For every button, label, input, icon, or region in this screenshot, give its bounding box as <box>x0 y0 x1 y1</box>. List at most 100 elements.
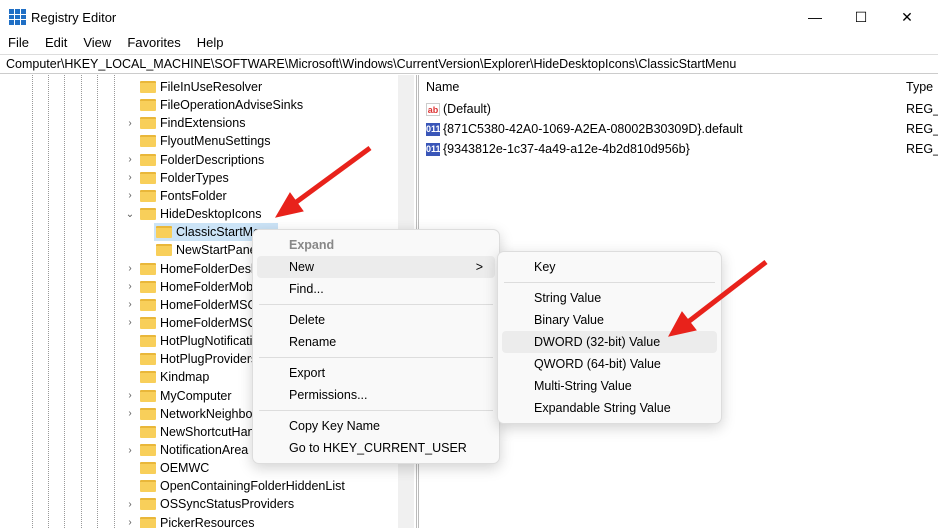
tree-item-label: OpenContainingFolderHiddenList <box>160 479 345 494</box>
menu-item-new-label: New <box>289 260 315 274</box>
folder-icon <box>140 171 156 184</box>
menu-item-export[interactable]: Export <box>257 362 495 384</box>
tree-item-label: OSSyncStatusProviders <box>160 497 295 512</box>
menu-help[interactable]: Help <box>189 34 232 54</box>
tree-item[interactable]: › HomeFolderMobile <box>124 278 266 296</box>
folder-icon <box>140 389 156 402</box>
expander-icon[interactable]: › <box>124 445 136 456</box>
menu-favorites[interactable]: Favorites <box>119 34 188 54</box>
tree-item-label: Kindmap <box>160 370 210 385</box>
tree-item-label: HotPlugProviders <box>160 352 258 367</box>
menu-view[interactable]: View <box>75 34 119 54</box>
tree-item[interactable]: › FindExtensions <box>124 114 245 132</box>
submenu-item-multi-string-value[interactable]: Multi-String Value <box>502 375 717 397</box>
value-row[interactable]: 011 {871C5380-42A0-1069-A2EA-08002B30309D… <box>420 119 938 139</box>
binary-value-icon: 011 <box>426 122 441 136</box>
submenu-item-string-value[interactable]: String Value <box>502 287 717 309</box>
menu-separator <box>259 357 493 358</box>
expander-icon[interactable]: › <box>124 317 136 328</box>
expander-icon[interactable]: › <box>124 172 136 183</box>
submenu-item-binary-value[interactable]: Binary Value <box>502 309 717 331</box>
expander-icon[interactable]: › <box>124 408 136 419</box>
expander-icon[interactable]: › <box>124 499 136 510</box>
tree-item-label: FolderTypes <box>160 170 229 185</box>
menu-item-delete[interactable]: Delete <box>257 309 495 331</box>
expander-icon[interactable]: ⌄ <box>124 209 136 220</box>
menu-bar: File Edit View Favorites Help <box>0 34 232 54</box>
tree-item[interactable]: › PickerResources <box>124 514 254 528</box>
tree-item[interactable]: OpenContainingFolderHiddenList <box>124 477 345 495</box>
expander-icon[interactable]: › <box>124 154 136 165</box>
submenu-item-dword-value[interactable]: DWORD (32-bit) Value <box>502 331 717 353</box>
tree-item[interactable]: › FolderDescriptions <box>124 151 264 169</box>
string-value-icon: ab <box>426 102 440 116</box>
folder-icon <box>140 99 156 112</box>
folder-icon <box>156 244 172 257</box>
menu-edit[interactable]: Edit <box>37 34 75 54</box>
tree-item-label: HomeFolderMobile <box>160 279 266 294</box>
maximize-button[interactable]: ☐ <box>838 0 884 34</box>
folder-icon <box>140 371 156 384</box>
value-name: {871C5380-42A0-1069-A2EA-08002B30309D}.d… <box>443 122 743 136</box>
menu-item-new[interactable]: New > <box>257 256 495 278</box>
expander-icon[interactable]: › <box>124 190 136 201</box>
tree-item[interactable]: › FolderTypes <box>124 169 229 187</box>
value-row[interactable]: ab (Default) REG_ <box>420 99 938 119</box>
tree-item[interactable]: FlyoutMenuSettings <box>124 132 270 150</box>
folder-icon <box>140 135 156 148</box>
folder-icon <box>140 208 156 221</box>
address-bar[interactable]: Computer\HKEY_LOCAL_MACHINE\SOFTWARE\Mic… <box>0 54 938 74</box>
tree-item-label: FolderDescriptions <box>160 152 265 167</box>
menu-item-copy-key-name[interactable]: Copy Key Name <box>257 415 495 437</box>
menu-item-rename[interactable]: Rename <box>257 331 495 353</box>
tree-item[interactable]: OEMWC <box>124 459 209 477</box>
tree-item[interactable]: › FontsFolder <box>124 187 227 205</box>
tree-item[interactable]: Kindmap <box>124 368 209 386</box>
folder-icon <box>140 353 156 366</box>
value-name: (Default) <box>443 102 491 116</box>
expander-icon[interactable]: › <box>124 118 136 129</box>
tree-item[interactable]: › OSSyncStatusProviders <box>124 495 294 513</box>
tree-item-label: FontsFolder <box>160 188 227 203</box>
expander-icon[interactable]: › <box>124 263 136 274</box>
tree-item[interactable]: › MyComputer <box>124 387 231 405</box>
submenu-item-key[interactable]: Key <box>502 256 717 278</box>
folder-icon <box>140 462 156 475</box>
tree-item[interactable]: ⌄ HideDesktopIcons <box>124 205 262 223</box>
close-button[interactable]: ✕ <box>884 0 930 34</box>
tree-item-label: NotificationArea <box>160 443 249 457</box>
menu-item-permissions[interactable]: Permissions... <box>257 384 495 406</box>
column-type[interactable]: Type <box>906 80 933 94</box>
chevron-right-icon: > <box>475 260 483 274</box>
column-name[interactable]: Name <box>426 80 459 94</box>
title-bar: Registry Editor — ☐ ✕ <box>0 0 938 34</box>
tree-item-label: HideDesktopIcons <box>160 207 262 222</box>
tree-item[interactable]: NewStartPanel <box>154 241 259 259</box>
tree-item-label: HotPlugNotification <box>160 334 267 349</box>
submenu-item-qword-value[interactable]: QWORD (64-bit) Value <box>502 353 717 375</box>
tree-item[interactable]: HotPlugNotification <box>124 332 266 350</box>
tree-item[interactable]: › NotificationArea <box>124 441 248 459</box>
minimize-button[interactable]: — <box>792 0 838 34</box>
tree-item-label: FlyoutMenuSettings <box>160 134 271 149</box>
folder-icon <box>140 262 156 275</box>
value-row[interactable]: 011 {9343812e-1c37-4a49-a12e-4b2d810d956b… <box>420 139 938 159</box>
folder-icon <box>140 189 156 202</box>
tree-item[interactable]: HotPlugProviders <box>124 350 257 368</box>
submenu-item-expandable-string-value[interactable]: Expandable String Value <box>502 397 717 419</box>
menu-file[interactable]: File <box>0 34 37 54</box>
expander-icon[interactable]: › <box>124 281 136 292</box>
tree-item-label: OEMWC <box>160 461 210 476</box>
tree-item[interactable]: FileOperationAdviseSinks <box>124 96 303 114</box>
tree-item[interactable]: FileInUseResolver <box>124 78 262 96</box>
folder-icon <box>140 280 156 293</box>
menu-item-goto-hkcu[interactable]: Go to HKEY_CURRENT_USER <box>257 437 495 459</box>
expander-icon[interactable]: › <box>124 299 136 310</box>
menu-item-find[interactable]: Find... <box>257 278 495 300</box>
folder-icon <box>140 407 156 420</box>
tree-item-label: PickerResources <box>160 515 255 528</box>
expander-icon[interactable]: › <box>124 517 136 528</box>
expander-icon[interactable]: › <box>124 390 136 401</box>
folder-icon <box>140 316 156 329</box>
folder-icon <box>140 425 156 438</box>
